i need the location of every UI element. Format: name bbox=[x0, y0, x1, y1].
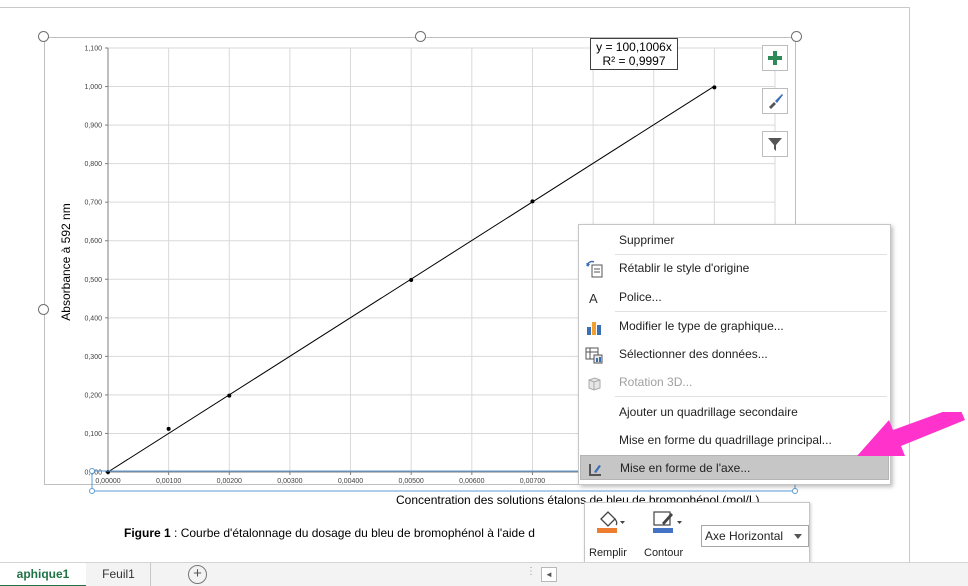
data-point[interactable] bbox=[409, 278, 414, 283]
outline-pen-icon bbox=[653, 511, 682, 533]
trendline-r-squared: R² = 0,9997 bbox=[602, 54, 666, 68]
annotation-arrow bbox=[857, 412, 965, 456]
menu-item-label: Ajouter un quadrillage secondaire bbox=[619, 405, 798, 419]
menu-separator bbox=[615, 396, 887, 397]
chart-type-icon bbox=[587, 322, 601, 335]
figure-caption: Figure 1 : Courbe d'étalonnage du dosage… bbox=[124, 526, 535, 540]
chart-elements-button[interactable] bbox=[762, 45, 788, 71]
menu-item-select-data[interactable]: Sélectionner des données... bbox=[580, 342, 889, 367]
data-point[interactable] bbox=[712, 85, 717, 90]
figure-label: Figure 1 bbox=[124, 526, 171, 540]
chart-element-select-value: Axe Horizontal bbox=[705, 529, 784, 543]
y-tick-label: 0,400 bbox=[84, 315, 102, 322]
y-tick-label: 0,700 bbox=[84, 200, 102, 207]
select-data-icon bbox=[585, 347, 603, 364]
y-tick-label: 0,600 bbox=[84, 238, 102, 245]
chevron-down-icon bbox=[794, 534, 802, 539]
x-axis-selection-handle[interactable] bbox=[89, 488, 95, 494]
menu-item-rotation-3d[interactable]: Rotation 3D... bbox=[580, 370, 889, 395]
x-tick-label: 0,00700 bbox=[520, 478, 545, 485]
x-tick-label: 0,00200 bbox=[217, 478, 242, 485]
format-axis-icon bbox=[589, 464, 601, 476]
fill-button[interactable]: Remplir bbox=[587, 507, 631, 567]
trendline-equation: y = 100,1006x bbox=[596, 40, 672, 54]
add-sheet-button[interactable]: + bbox=[188, 565, 207, 584]
y-tick-label: 0,900 bbox=[84, 123, 102, 130]
excel-window: 0,00000 0,00100 0,00200 0,00300 0,00400 0,005… bbox=[0, 0, 968, 586]
menu-separator bbox=[615, 311, 887, 312]
chart-resize-handle[interactable] bbox=[38, 304, 49, 315]
sheet-tab-bar: aphique1 Feuil1 + ⋮ ◄ bbox=[0, 562, 968, 586]
x-tick-label: 0,00000 bbox=[95, 478, 120, 485]
x-tick-label: 0,00400 bbox=[338, 478, 363, 485]
font-icon: A bbox=[589, 291, 598, 306]
menu-item-reset-style[interactable]: Rétablir le style d'origine bbox=[580, 256, 889, 281]
funnel-icon bbox=[768, 138, 782, 151]
figure-caption-text: : Courbe d'étalonnage du dosage du bleu … bbox=[170, 526, 535, 540]
rotation-3d-icon bbox=[588, 377, 601, 391]
context-menu: Supprimer Rétablir le style d'origine A … bbox=[578, 224, 891, 485]
data-point[interactable] bbox=[530, 199, 535, 204]
chart-resize-handle[interactable] bbox=[791, 31, 802, 42]
outline-button[interactable]: Contour bbox=[643, 507, 697, 567]
scroll-left-button[interactable]: ◄ bbox=[541, 567, 557, 582]
sheet-tab-active[interactable]: aphique1 bbox=[0, 563, 86, 586]
y-tick-label: 0,500 bbox=[84, 277, 102, 284]
menu-item-label: Sélectionner des données... bbox=[619, 347, 768, 361]
menu-item-format-major-gridlines[interactable]: Mise en forme du quadrillage principal..… bbox=[580, 428, 889, 453]
fill-label: Remplir bbox=[589, 547, 627, 559]
x-tick-label: 0,00600 bbox=[459, 478, 484, 485]
paint-bucket-icon bbox=[597, 511, 625, 533]
menu-separator bbox=[615, 254, 887, 255]
x-tick-label: 0,00300 bbox=[277, 478, 302, 485]
menu-item-label: Mise en forme de l'axe... bbox=[620, 461, 751, 475]
trendline-label[interactable]: y = 100,1006x R² = 0,9997 bbox=[590, 38, 678, 70]
y-tick-label: 0,200 bbox=[84, 392, 102, 399]
outline-label: Contour bbox=[644, 547, 684, 559]
x-tick-label: 0,00100 bbox=[156, 478, 181, 485]
menu-item-format-axis[interactable]: Mise en forme de l'axe... bbox=[580, 455, 889, 480]
menu-item-label: Mise en forme du quadrillage principal..… bbox=[619, 433, 832, 447]
menu-item-label: Modifier le type de graphique... bbox=[619, 319, 784, 333]
svg-text:A: A bbox=[589, 291, 598, 306]
menu-item-label: Rétablir le style d'origine bbox=[619, 261, 750, 275]
chart-styles-button[interactable] bbox=[762, 88, 788, 114]
plus-icon bbox=[768, 51, 782, 65]
mini-toolbar: Remplir Contour Axe Horizontal bbox=[584, 502, 810, 570]
sheet-tab-feuil1[interactable]: Feuil1 bbox=[87, 563, 151, 586]
chart-resize-handle[interactable] bbox=[38, 31, 49, 42]
tab-splitter[interactable]: ⋮ bbox=[526, 566, 536, 577]
paintbrush-icon bbox=[769, 94, 783, 109]
chart-filters-button[interactable] bbox=[762, 131, 788, 157]
menu-item-label: Supprimer bbox=[619, 233, 675, 247]
y-tick-label: 0,300 bbox=[84, 354, 102, 361]
reset-style-icon bbox=[586, 260, 603, 278]
data-point[interactable] bbox=[227, 393, 232, 398]
y-tick-label: 1,000 bbox=[84, 84, 102, 91]
x-axis-selection-handle[interactable] bbox=[792, 488, 798, 494]
y-axis-title[interactable]: Absorbance à 592 nm bbox=[59, 203, 73, 320]
x-tick-label: 0,00500 bbox=[399, 478, 424, 485]
chart-element-select[interactable]: Axe Horizontal bbox=[701, 525, 809, 547]
y-tick-label: 0,100 bbox=[84, 431, 102, 438]
menu-item-change-chart-type[interactable]: Modifier le type de graphique... bbox=[580, 314, 889, 339]
menu-item-label: Rotation 3D... bbox=[619, 375, 693, 389]
data-point[interactable] bbox=[166, 426, 171, 431]
y-tick-label: 0,800 bbox=[84, 161, 102, 168]
menu-item-label: Police... bbox=[619, 290, 662, 304]
chart-resize-handle[interactable] bbox=[415, 31, 426, 42]
menu-item-supprimer[interactable]: Supprimer bbox=[580, 228, 889, 253]
y-tick-label: 1,100 bbox=[84, 46, 102, 53]
x-axis-selection-handle[interactable] bbox=[89, 468, 95, 474]
menu-item-police[interactable]: A Police... bbox=[580, 285, 889, 310]
menu-item-add-minor-gridlines[interactable]: Ajouter un quadrillage secondaire bbox=[580, 400, 889, 425]
